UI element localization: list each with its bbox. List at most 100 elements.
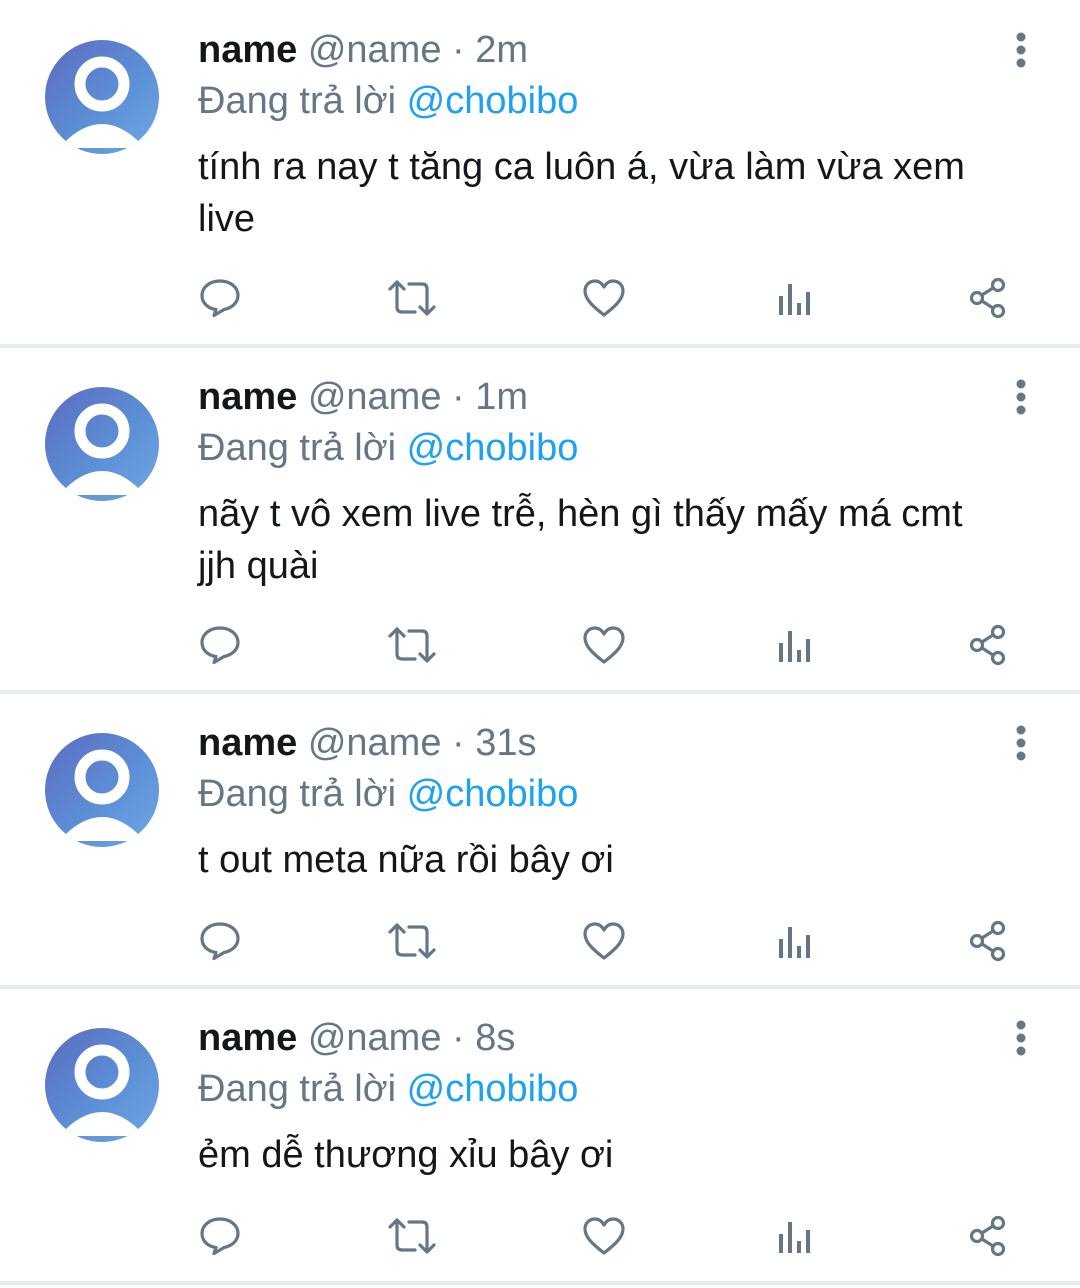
- retweet-arrows-icon: [388, 280, 436, 316]
- display-name[interactable]: name: [198, 1017, 297, 1059]
- bar-chart-icon: [779, 1222, 810, 1253]
- tweet[interactable]: name @name · 2m Đang trả lời @chobibo tí…: [0, 0, 1080, 344]
- share-button[interactable]: [958, 911, 1018, 971]
- retweet-button[interactable]: [382, 268, 442, 328]
- share-button[interactable]: [958, 615, 1018, 675]
- tweet-feed: name @name · 2m Đang trả lời @chobibo tí…: [0, 0, 1080, 1288]
- tweet-text: ẻm dễ thương xỉu bây ơi: [198, 1134, 614, 1176]
- heart-icon: [583, 279, 625, 317]
- reply-context: Đang trả lời @chobibo: [198, 772, 578, 816]
- avatar[interactable]: [45, 1028, 159, 1142]
- tweet-header: name @name · 8s: [198, 1016, 515, 1060]
- default-avatar-icon: [59, 403, 145, 495]
- retweet-button[interactable]: [382, 615, 442, 675]
- display-name[interactable]: name: [198, 29, 297, 71]
- reply-button[interactable]: [190, 911, 250, 971]
- stats-button[interactable]: [766, 1206, 826, 1266]
- heart-icon: [583, 1217, 625, 1255]
- tweet[interactable]: name @name · 1m Đang trả lời @chobibo nã…: [0, 347, 1080, 691]
- share-nodes-icon: [969, 277, 1006, 319]
- heart-icon: [583, 626, 625, 664]
- separator-dot: ·: [452, 722, 465, 764]
- share-button[interactable]: [958, 268, 1018, 328]
- reply-prefix: Đang trả lời: [198, 427, 397, 469]
- reply-mention-link[interactable]: @chobibo: [407, 1068, 579, 1110]
- user-handle[interactable]: @name: [308, 1017, 442, 1059]
- stats-button[interactable]: [766, 268, 826, 328]
- tweet-divider: [0, 1281, 1080, 1285]
- tweet-header: name @name · 1m: [198, 375, 528, 419]
- reply-context: Đang trả lời @chobibo: [198, 1067, 578, 1111]
- tweet[interactable]: name @name · 8s Đang trả lời @chobibo ẻm…: [0, 988, 1080, 1280]
- reply-prefix: Đang trả lời: [198, 1068, 397, 1110]
- default-avatar-icon: [59, 749, 145, 841]
- stats-button[interactable]: [766, 911, 826, 971]
- heart-icon: [583, 922, 625, 960]
- reply-mention-link[interactable]: @chobibo: [407, 427, 579, 469]
- speech-bubble-icon: [200, 626, 240, 665]
- default-avatar-icon: [59, 1044, 145, 1136]
- more-options-button[interactable]: [1006, 721, 1036, 765]
- tweet-actions: [0, 911, 1080, 971]
- display-name[interactable]: name: [198, 722, 297, 764]
- share-nodes-icon: [969, 624, 1006, 666]
- speech-bubble-icon: [200, 279, 240, 318]
- retweet-button[interactable]: [382, 1206, 442, 1266]
- tweet-text: t out meta nữa rồi bây ơi: [198, 839, 614, 881]
- like-button[interactable]: [574, 615, 634, 675]
- more-options-button[interactable]: [1006, 375, 1036, 419]
- more-options-button[interactable]: [1006, 1016, 1036, 1060]
- retweet-arrows-icon: [388, 627, 436, 663]
- tweet-actions: [0, 268, 1080, 328]
- stats-button[interactable]: [766, 615, 826, 675]
- tweet-actions: [0, 1206, 1080, 1266]
- user-handle[interactable]: @name: [308, 376, 442, 418]
- vertical-dots-icon: [1016, 1020, 1026, 1056]
- retweet-button[interactable]: [382, 911, 442, 971]
- reply-button[interactable]: [190, 1206, 250, 1266]
- bar-chart-icon: [779, 284, 810, 315]
- share-nodes-icon: [969, 1215, 1006, 1257]
- timestamp[interactable]: 2m: [475, 29, 528, 71]
- reply-context: Đang trả lời @chobibo: [198, 426, 578, 470]
- tweet[interactable]: name @name · 31s Đang trả lời @chobibo t…: [0, 693, 1080, 985]
- speech-bubble-icon: [200, 922, 240, 961]
- retweet-arrows-icon: [388, 923, 436, 959]
- tweet-text: nãy t vô xem live trễ, hèn gì thấy mấy m…: [198, 493, 963, 587]
- like-button[interactable]: [574, 268, 634, 328]
- tweet-actions: [0, 615, 1080, 675]
- separator-dot: ·: [452, 376, 465, 418]
- like-button[interactable]: [574, 911, 634, 971]
- avatar[interactable]: [45, 40, 159, 154]
- vertical-dots-icon: [1016, 32, 1026, 68]
- reply-prefix: Đang trả lời: [198, 80, 397, 122]
- like-button[interactable]: [574, 1206, 634, 1266]
- tweet-header: name @name · 31s: [198, 721, 537, 765]
- reply-button[interactable]: [190, 268, 250, 328]
- avatar[interactable]: [45, 733, 159, 847]
- reply-context: Đang trả lời @chobibo: [198, 79, 578, 123]
- separator-dot: ·: [452, 29, 465, 71]
- vertical-dots-icon: [1016, 379, 1026, 415]
- bar-chart-icon: [779, 631, 810, 662]
- share-nodes-icon: [969, 920, 1006, 962]
- avatar[interactable]: [45, 387, 159, 501]
- timestamp[interactable]: 31s: [475, 722, 536, 764]
- default-avatar-icon: [59, 56, 145, 148]
- reply-mention-link[interactable]: @chobibo: [407, 80, 579, 122]
- tweet-header: name @name · 2m: [198, 28, 528, 72]
- reply-button[interactable]: [190, 615, 250, 675]
- vertical-dots-icon: [1016, 725, 1026, 761]
- user-handle[interactable]: @name: [308, 722, 442, 764]
- tweet-text: tính ra nay t tăng ca luôn á, vừa làm vừ…: [198, 146, 965, 240]
- more-options-button[interactable]: [1006, 28, 1036, 72]
- share-button[interactable]: [958, 1206, 1018, 1266]
- retweet-arrows-icon: [388, 1218, 436, 1254]
- user-handle[interactable]: @name: [308, 29, 442, 71]
- reply-mention-link[interactable]: @chobibo: [407, 773, 579, 815]
- timestamp[interactable]: 1m: [475, 376, 528, 418]
- reply-prefix: Đang trả lời: [198, 773, 397, 815]
- display-name[interactable]: name: [198, 376, 297, 418]
- timestamp[interactable]: 8s: [475, 1017, 515, 1059]
- speech-bubble-icon: [200, 1217, 240, 1256]
